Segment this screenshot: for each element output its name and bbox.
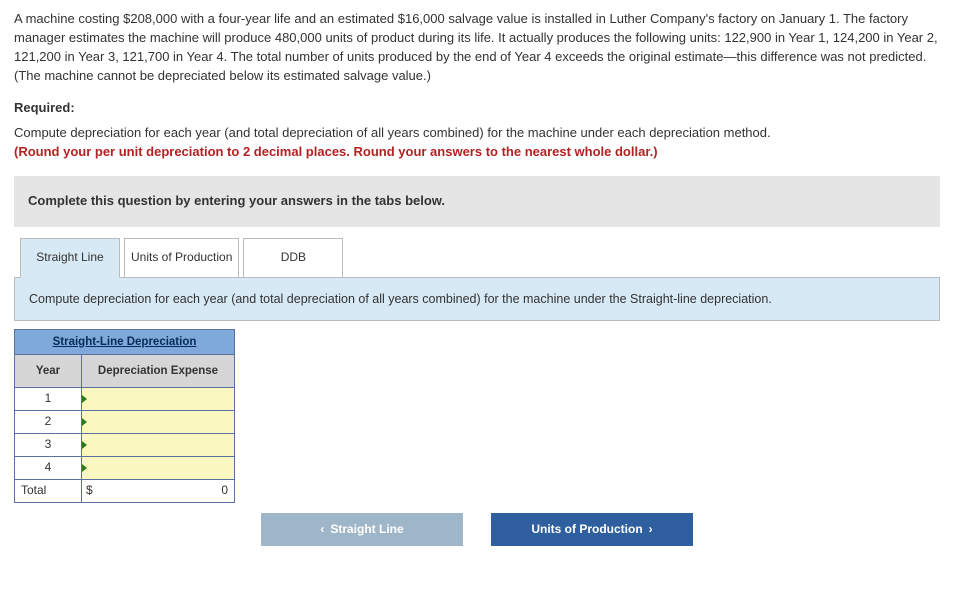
tab-body-instruction: Compute depreciation for each year (and … xyxy=(29,290,925,308)
tab-nav-row: ‹ Straight Line Units of Production › xyxy=(14,513,940,546)
sl-total-value: 0 xyxy=(88,482,228,499)
answer-panel: Complete this question by entering your … xyxy=(14,176,940,546)
sl-expense-input-y2[interactable] xyxy=(82,410,235,433)
tab-strip: Straight Line Units of Production DDB xyxy=(14,227,940,277)
sl-col-year: Year xyxy=(15,354,82,387)
table-row-total: Total $ 0 xyxy=(15,479,235,502)
sl-expense-input-y1[interactable] xyxy=(82,387,235,410)
required-text: Compute depreciation for each year (and … xyxy=(14,125,771,140)
tab-straight-line[interactable]: Straight Line xyxy=(20,238,120,278)
currency-symbol: $ xyxy=(86,482,93,499)
table-row: 2 xyxy=(15,410,235,433)
sl-year-cell: 3 xyxy=(15,433,82,456)
table-row: 4 xyxy=(15,456,235,479)
prev-tab-button: ‹ Straight Line xyxy=(261,513,463,546)
prev-tab-label: Straight Line xyxy=(330,521,403,538)
table-row: 1 xyxy=(15,387,235,410)
panel-instruction: Complete this question by entering your … xyxy=(14,176,940,227)
chevron-left-icon: ‹ xyxy=(320,521,324,538)
table-row: 3 xyxy=(15,433,235,456)
sl-total-value-cell: $ 0 xyxy=(82,479,235,502)
required-instruction: Compute depreciation for each year (and … xyxy=(14,124,940,162)
sl-col-expense: Depreciation Expense xyxy=(82,354,235,387)
sl-table-title: Straight-Line Depreciation xyxy=(15,329,235,354)
sl-total-label: Total xyxy=(15,479,82,502)
straight-line-table: Straight-Line Depreciation Year Deprecia… xyxy=(14,329,235,503)
rounding-note: (Round your per unit depreciation to 2 d… xyxy=(14,144,658,159)
problem-statement: A machine costing $208,000 with a four-y… xyxy=(14,10,940,85)
next-tab-button[interactable]: Units of Production › xyxy=(491,513,693,546)
sl-expense-input-y3[interactable] xyxy=(82,433,235,456)
tab-content-straight-line: Compute depreciation for each year (and … xyxy=(14,277,940,321)
sl-year-cell: 1 xyxy=(15,387,82,410)
next-tab-label: Units of Production xyxy=(531,521,642,538)
tab-ddb[interactable]: DDB xyxy=(243,238,343,278)
chevron-right-icon: › xyxy=(649,521,653,538)
tab-units-of-production[interactable]: Units of Production xyxy=(124,238,239,278)
required-heading: Required: xyxy=(14,99,940,118)
sl-year-cell: 2 xyxy=(15,410,82,433)
sl-year-cell: 4 xyxy=(15,456,82,479)
sl-expense-input-y4[interactable] xyxy=(82,456,235,479)
straight-line-table-wrap: Straight-Line Depreciation Year Deprecia… xyxy=(14,329,940,503)
